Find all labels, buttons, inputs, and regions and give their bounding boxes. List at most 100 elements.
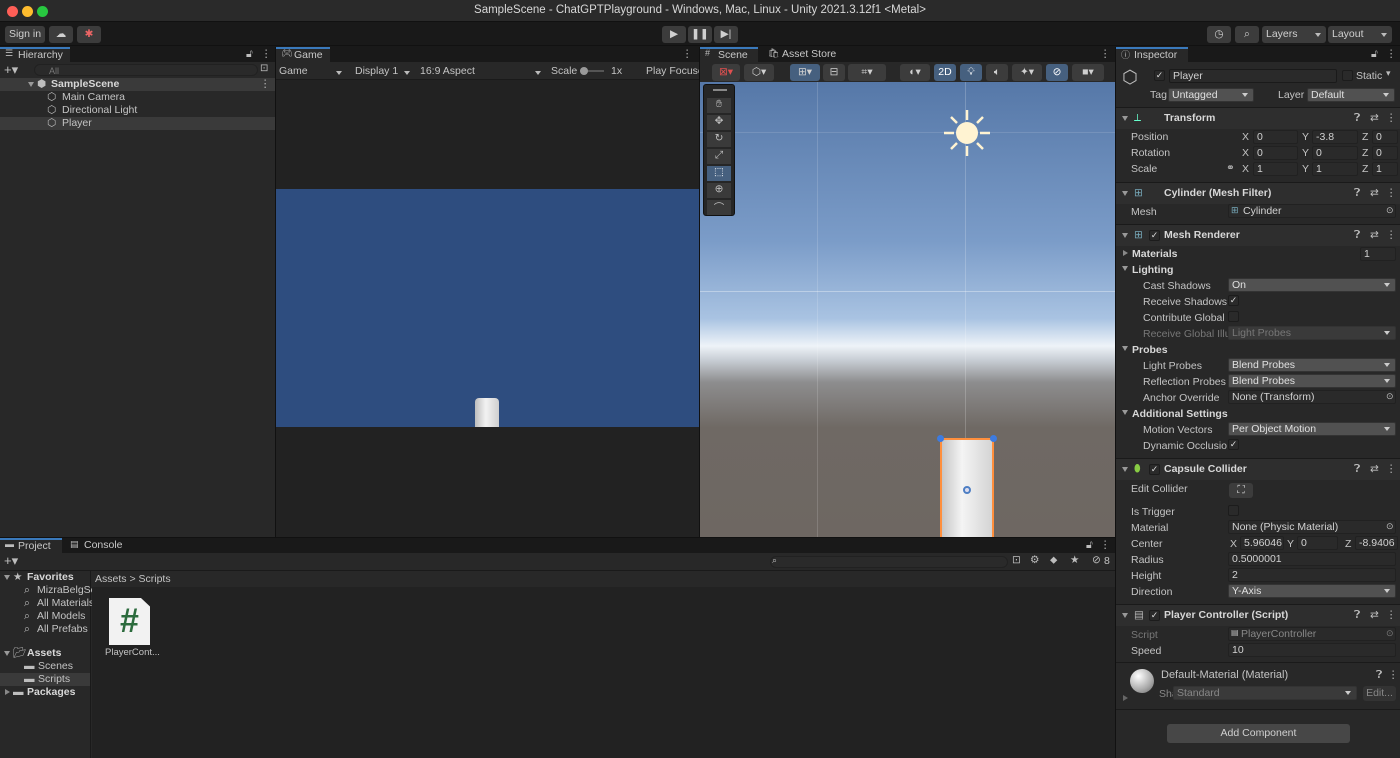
- probes-foldout[interactable]: Probes: [1132, 344, 1168, 356]
- rect-handle-right[interactable]: [990, 435, 997, 442]
- help-icon[interactable]: ❓︎: [1354, 463, 1360, 476]
- player-controller-header[interactable]: ▤ ✓ Player Controller (Script) ❓︎ ⇄ ⋮: [1116, 604, 1400, 626]
- shader-dropdown[interactable]: Standard: [1173, 686, 1357, 700]
- component-more-icon[interactable]: ⋮: [1386, 187, 1397, 199]
- player-selected-cylinder[interactable]: [940, 438, 994, 538]
- audio-icon[interactable]: 🔈︎: [986, 64, 1008, 81]
- scene-camera-icon[interactable]: ■▾: [1072, 64, 1104, 81]
- static-dropdown-icon[interactable]: ▾: [1386, 68, 1391, 79]
- preset-icon[interactable]: ⇄: [1370, 229, 1379, 241]
- help-icon[interactable]: ❓︎: [1376, 669, 1382, 682]
- 2d-toggle-button[interactable]: 2D: [934, 64, 956, 81]
- mesh-filter-header[interactable]: ⊞ Cylinder (Mesh Filter) ❓︎ ⇄ ⋮: [1116, 182, 1400, 204]
- center-x-field[interactable]: 5.96046: [1240, 536, 1284, 550]
- materials-foldout[interactable]: Materials: [1132, 248, 1178, 260]
- mesh-renderer-enabled-checkbox[interactable]: ✓: [1149, 230, 1160, 241]
- rect-handle-left[interactable]: [937, 435, 944, 442]
- radius-field[interactable]: 0.5000001: [1228, 552, 1396, 566]
- object-picker-icon[interactable]: ⊙: [1386, 391, 1394, 402]
- expand-arrow-icon[interactable]: [28, 82, 34, 87]
- scale-slider-thumb[interactable]: [580, 67, 588, 75]
- dynamic-occlusion-checkbox[interactable]: ✓: [1228, 439, 1239, 450]
- search-by-label-icon[interactable]: ⚙︎: [1030, 554, 1039, 566]
- hierarchy-item-main-camera[interactable]: ⬡ Main Camera: [0, 91, 275, 104]
- play-button[interactable]: ▶: [662, 26, 686, 43]
- tag-icon[interactable]: ⬥: [1050, 554, 1057, 567]
- favorite-item[interactable]: ⌕ MizraBelgSe: [0, 584, 97, 597]
- edit-collider-button[interactable]: ⛶: [1229, 483, 1253, 498]
- more-icon[interactable]: ⋮: [1100, 48, 1111, 60]
- direction-dropdown[interactable]: Y-Axis: [1228, 584, 1396, 598]
- component-more-icon[interactable]: ⋮: [1386, 463, 1397, 475]
- hierarchy-item-directional-light[interactable]: ⬡ Directional Light: [0, 104, 275, 117]
- light-probes-dropdown[interactable]: Blend Probes: [1228, 358, 1396, 372]
- draw-mode-icon[interactable]: ⊠▾: [712, 64, 740, 81]
- game-mode-dropdown[interactable]: Game: [279, 64, 347, 78]
- pause-button[interactable]: ❚❚: [688, 26, 712, 43]
- search-by-type-icon[interactable]: ⊡: [1012, 554, 1021, 566]
- component-more-icon[interactable]: ⋮: [1386, 609, 1397, 621]
- preset-icon[interactable]: ⇄: [1370, 463, 1379, 475]
- help-icon[interactable]: ❓︎: [1354, 187, 1360, 200]
- rotation-z-field[interactable]: 0: [1372, 146, 1398, 160]
- capsule-collider-enabled-checkbox[interactable]: ✓: [1149, 464, 1160, 475]
- object-picker-icon[interactable]: ⊙: [1386, 521, 1394, 532]
- script-enabled-checkbox[interactable]: ✓: [1149, 610, 1160, 621]
- mesh-field[interactable]: Cylinder: [1228, 204, 1396, 218]
- rotation-y-field[interactable]: 0: [1312, 146, 1358, 160]
- favorite-item[interactable]: ⌕ All Materials: [0, 597, 94, 610]
- scene-more-icon[interactable]: ⋮: [260, 78, 271, 91]
- hierarchy-item-player[interactable]: ⬡ Player: [0, 117, 275, 130]
- sign-in-button[interactable]: Sign in: [5, 26, 45, 43]
- assets-row[interactable]: 📂︎ Assets: [0, 647, 90, 660]
- scene-view-viewport[interactable]: [700, 82, 1115, 538]
- more-icon[interactable]: ⋮: [1386, 48, 1397, 60]
- materials-count-field[interactable]: 1: [1360, 247, 1396, 261]
- favorites-row[interactable]: ★ Favorites: [0, 571, 90, 584]
- play-focused-dropdown[interactable]: Play Focuse: [646, 65, 704, 77]
- custom-tool-icon[interactable]: ⌒: [707, 200, 731, 215]
- preset-icon[interactable]: ⇄: [1370, 609, 1379, 621]
- lighting-icon[interactable]: 💡︎: [960, 64, 982, 81]
- capsule-collider-header[interactable]: ⬮ ✓ Capsule Collider ❓︎ ⇄ ⋮: [1116, 458, 1400, 480]
- add-icon[interactable]: +▾: [4, 62, 18, 78]
- hierarchy-search-input[interactable]: All: [34, 64, 258, 76]
- center-y-field[interactable]: 0: [1297, 536, 1338, 550]
- rotation-x-field[interactable]: 0: [1253, 146, 1298, 160]
- create-icon[interactable]: +▾: [4, 553, 18, 569]
- directional-light-gizmo-icon[interactable]: [942, 108, 992, 158]
- transform-tool-icon[interactable]: ⊕: [707, 183, 731, 198]
- history-icon[interactable]: ◷: [1207, 26, 1231, 43]
- scene-visibility-icon[interactable]: ⊡: [260, 63, 268, 74]
- grid-snap-icon[interactable]: ⊞▾: [790, 64, 820, 81]
- more-icon[interactable]: ⋮: [261, 48, 272, 60]
- cloud-icon[interactable]: ☁: [49, 26, 73, 43]
- help-icon[interactable]: ❓︎: [1354, 609, 1360, 622]
- scale-y-field[interactable]: 1: [1312, 162, 1358, 176]
- height-field[interactable]: 2: [1228, 568, 1396, 582]
- scale-z-field[interactable]: 1: [1372, 162, 1398, 176]
- anchor-override-field[interactable]: None (Transform): [1228, 390, 1396, 404]
- speed-field[interactable]: 10: [1228, 643, 1396, 657]
- more-icon[interactable]: ⋮: [1100, 539, 1111, 551]
- display-dropdown[interactable]: Display 1: [355, 64, 415, 78]
- reflection-probes-dropdown[interactable]: Blend Probes: [1228, 374, 1396, 388]
- lighting-foldout[interactable]: Lighting: [1132, 264, 1173, 276]
- snap-increment-icon[interactable]: ⊟: [823, 64, 845, 81]
- scale-tool-icon[interactable]: ⤢: [707, 149, 731, 164]
- mesh-renderer-header[interactable]: ⊞ ✓ Mesh Renderer ❓︎ ⇄ ⋮: [1116, 224, 1400, 246]
- breadcrumb-leaf[interactable]: Scripts: [139, 573, 171, 585]
- hidden-packages-icon[interactable]: ⊘: [1092, 554, 1101, 566]
- help-icon[interactable]: ❓︎: [1354, 229, 1360, 242]
- contribute-gi-checkbox[interactable]: [1228, 311, 1239, 322]
- component-more-icon[interactable]: ⋮: [1386, 112, 1397, 124]
- collab-icon[interactable]: ✱: [77, 26, 101, 43]
- lock-icon[interactable]: 🔓︎: [246, 48, 253, 61]
- camera-mode-icon[interactable]: ⬡▾: [744, 64, 774, 81]
- cast-shadows-dropdown[interactable]: On: [1228, 278, 1396, 292]
- aspect-dropdown[interactable]: 16:9 Aspect: [420, 64, 546, 78]
- object-name-input[interactable]: Player: [1169, 69, 1337, 83]
- favorite-icon[interactable]: ★: [1070, 554, 1079, 566]
- edit-shader-button[interactable]: Edit...: [1363, 686, 1396, 701]
- layers-dropdown[interactable]: Layers: [1262, 26, 1326, 43]
